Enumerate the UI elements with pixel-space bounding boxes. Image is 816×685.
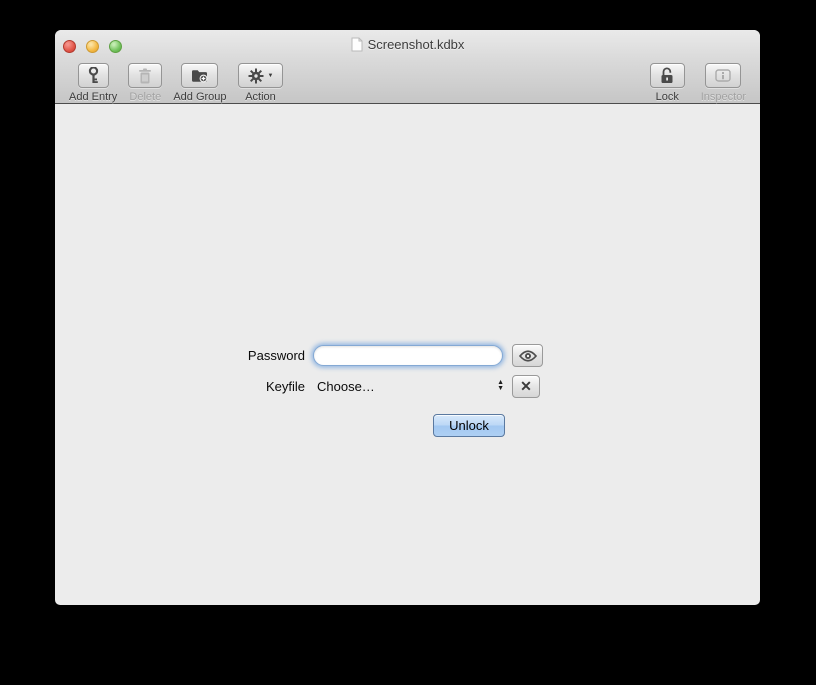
inspector-label: Inspector <box>701 91 746 103</box>
add-group-button[interactable]: Add Group <box>173 58 226 103</box>
titlebar[interactable]: Screenshot.kdbx <box>55 30 760 58</box>
eye-icon <box>519 350 537 362</box>
trash-icon <box>138 68 152 84</box>
add-group-label: Add Group <box>173 91 226 103</box>
password-label: Password <box>185 348 305 363</box>
clear-keyfile-button[interactable]: ✕ <box>512 375 540 398</box>
close-icon: ✕ <box>520 378 532 395</box>
window-title: Screenshot.kdbx <box>368 37 465 52</box>
lock-button[interactable]: Lock <box>650 58 685 103</box>
keyfile-value: Choose… <box>313 379 497 394</box>
delete-button[interactable]: Delete <box>128 58 162 103</box>
delete-label: Delete <box>129 91 161 103</box>
window-title-area: Screenshot.kdbx <box>55 30 760 58</box>
gear-icon <box>248 68 264 84</box>
unlock-button[interactable]: Unlock <box>433 414 505 437</box>
chevron-down-icon: ▼ <box>268 73 274 79</box>
add-entry-label: Add Entry <box>69 91 117 103</box>
lock-open-icon <box>660 67 675 84</box>
folder-plus-icon <box>191 69 208 83</box>
document-icon <box>351 37 363 52</box>
app-window: Screenshot.kdbx Add Entry <box>55 30 760 605</box>
add-entry-button[interactable]: Add Entry <box>69 58 117 103</box>
info-icon <box>715 69 731 82</box>
action-button[interactable]: ▼ Action <box>238 58 284 103</box>
keyfile-popup[interactable]: Choose… ▲ ▼ <box>313 376 505 396</box>
key-icon <box>88 67 99 84</box>
toolbar: Add Entry Delete <box>69 58 746 104</box>
inspector-button[interactable]: Inspector <box>701 58 746 103</box>
action-label: Action <box>245 91 276 103</box>
keyfile-label: Keyfile <box>185 379 305 394</box>
lock-label: Lock <box>656 91 679 103</box>
titlebar-toolbar: Screenshot.kdbx Add Entry <box>55 30 760 104</box>
password-input[interactable] <box>313 345 503 366</box>
stepper-icon: ▲ ▼ <box>497 380 505 392</box>
show-password-button[interactable] <box>512 344 543 367</box>
